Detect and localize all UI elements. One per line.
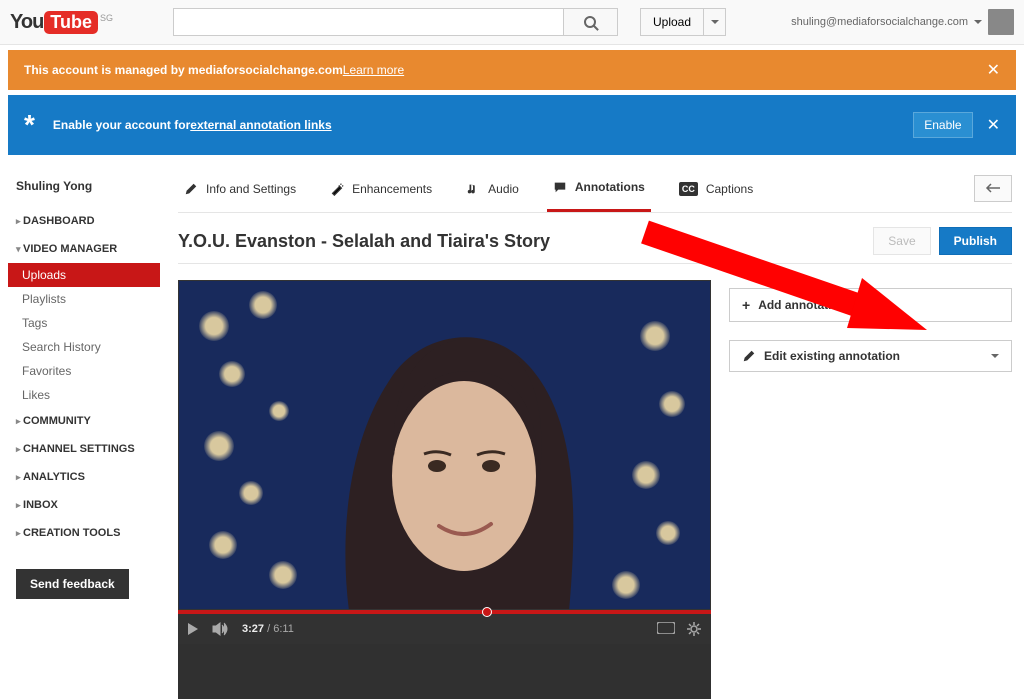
- enable-button[interactable]: Enable: [913, 112, 972, 138]
- chevron-down-icon: [991, 354, 999, 358]
- play-button[interactable]: [188, 623, 198, 635]
- progress-bar[interactable]: [178, 610, 711, 614]
- publish-button[interactable]: Publish: [939, 227, 1012, 255]
- tab-audio[interactable]: Audio: [460, 165, 525, 212]
- editor-row: 3:27 / 6:11 +: [178, 263, 1012, 699]
- user-menu[interactable]: shuling@mediaforsocialchange.com: [791, 9, 1014, 35]
- upload-group: Upload: [640, 8, 726, 36]
- title-row: Y.O.U. Evanston - Selalah and Tiaira's S…: [178, 213, 1012, 263]
- learn-more-link[interactable]: Learn more: [343, 63, 404, 77]
- sidebar-sub-tags[interactable]: Tags: [8, 311, 160, 335]
- upload-button[interactable]: Upload: [640, 8, 704, 36]
- search-input[interactable]: [173, 8, 563, 36]
- logo-text-tube: Tube: [44, 11, 98, 34]
- banner-text: Enable your account for: [53, 118, 190, 132]
- youtube-logo[interactable]: You Tube SG: [10, 11, 113, 34]
- theater-icon[interactable]: [657, 622, 675, 634]
- tab-enhancements[interactable]: Enhancements: [324, 165, 438, 212]
- video-title: Y.O.U. Evanston - Selalah and Tiaira's S…: [178, 231, 550, 252]
- sidebar-sub-favorites[interactable]: Favorites: [8, 359, 160, 383]
- gear-icon[interactable]: [687, 622, 701, 636]
- tab-captions[interactable]: CC Captions: [673, 165, 759, 212]
- upload-dropdown-button[interactable]: [704, 8, 726, 36]
- editor-tabs: Info and Settings Enhancements Audio Ann…: [178, 165, 1012, 213]
- tab-label: Info and Settings: [206, 182, 296, 196]
- tab-label: Audio: [488, 182, 519, 196]
- sidebar-item-channel-settings[interactable]: CHANNEL SETTINGS: [8, 435, 160, 463]
- sidebar-sub-uploads[interactable]: Uploads: [8, 263, 160, 287]
- note-icon: [466, 182, 480, 196]
- add-annotation-label: Add annotation: [758, 298, 846, 312]
- time-display: 3:27 / 6:11: [242, 623, 294, 635]
- user-email: shuling@mediaforsocialchange.com: [791, 16, 968, 28]
- main-layout: Shuling Yong DASHBOARD VIDEO MANAGER Upl…: [0, 165, 1024, 699]
- logo-text-you: You: [10, 11, 43, 34]
- add-annotation-button[interactable]: + Add annotation: [729, 288, 1012, 322]
- edit-annotation-label: Edit existing annotation: [764, 349, 900, 363]
- annotation-panel: + Add annotation Edit existing annotatio…: [729, 280, 1012, 699]
- cc-icon: CC: [679, 182, 698, 196]
- send-feedback-button[interactable]: Send feedback: [16, 569, 129, 599]
- sidebar-sub-search-history[interactable]: Search History: [8, 335, 160, 359]
- pencil-icon: [742, 349, 756, 363]
- editor-content: Info and Settings Enhancements Audio Ann…: [160, 165, 1024, 699]
- sidebar-sub-playlists[interactable]: Playlists: [8, 287, 160, 311]
- volume-icon[interactable]: [212, 622, 228, 636]
- top-header: You Tube SG Upload shuling@mediaforsocia…: [0, 0, 1024, 45]
- wand-icon: [330, 182, 344, 196]
- sidebar-item-inbox[interactable]: INBOX: [8, 491, 160, 519]
- chevron-down-icon: [974, 20, 982, 24]
- video-frame[interactable]: [178, 280, 711, 610]
- sidebar-item-dashboard[interactable]: DASHBOARD: [8, 207, 160, 235]
- edit-annotation-button[interactable]: Edit existing annotation: [729, 340, 1012, 372]
- close-icon[interactable]: ✕: [987, 60, 1000, 80]
- tab-label: Enhancements: [352, 182, 432, 196]
- asterisk-icon: *: [24, 109, 35, 141]
- sidebar-sub-likes[interactable]: Likes: [8, 383, 160, 407]
- banner-text: This account is managed by mediaforsocia…: [24, 63, 343, 77]
- back-arrow-icon: [985, 183, 1001, 193]
- search-button[interactable]: [563, 8, 618, 36]
- player-controls: 3:27 / 6:11: [178, 614, 711, 644]
- channel-name[interactable]: Shuling Yong: [8, 175, 160, 207]
- tab-label: Captions: [706, 182, 753, 196]
- duration: 6:11: [273, 623, 294, 635]
- sidebar-item-video-manager[interactable]: VIDEO MANAGER: [8, 235, 160, 263]
- pencil-icon: [184, 182, 198, 196]
- avatar: [988, 9, 1014, 35]
- sidebar-item-analytics[interactable]: ANALYTICS: [8, 463, 160, 491]
- tab-info-settings[interactable]: Info and Settings: [178, 165, 302, 212]
- back-button[interactable]: [974, 175, 1012, 202]
- enable-annotations-banner: * Enable your account for external annot…: [8, 95, 1016, 155]
- tab-label: Annotations: [575, 180, 645, 194]
- plus-icon: +: [742, 297, 750, 313]
- tab-annotations[interactable]: Annotations: [547, 165, 651, 212]
- close-icon[interactable]: ✕: [987, 115, 1000, 135]
- progress-handle[interactable]: [482, 607, 492, 617]
- sidebar-item-community[interactable]: COMMUNITY: [8, 407, 160, 435]
- annotation-timeline[interactable]: [178, 644, 711, 699]
- video-player: 3:27 / 6:11: [178, 280, 711, 699]
- save-button[interactable]: Save: [873, 227, 930, 255]
- chevron-down-icon: [860, 303, 868, 307]
- search-form: [173, 8, 618, 36]
- current-time: 3:27: [242, 623, 264, 635]
- sidebar-item-creation-tools[interactable]: CREATION TOOLS: [8, 519, 160, 547]
- speech-icon: [553, 180, 567, 194]
- sidebar: Shuling Yong DASHBOARD VIDEO MANAGER Upl…: [0, 165, 160, 699]
- managed-account-banner: This account is managed by mediaforsocia…: [8, 50, 1016, 90]
- external-annotation-link[interactable]: external annotation links: [190, 118, 331, 132]
- search-icon: [584, 16, 596, 28]
- logo-region: SG: [100, 13, 113, 23]
- chevron-down-icon: [711, 20, 719, 24]
